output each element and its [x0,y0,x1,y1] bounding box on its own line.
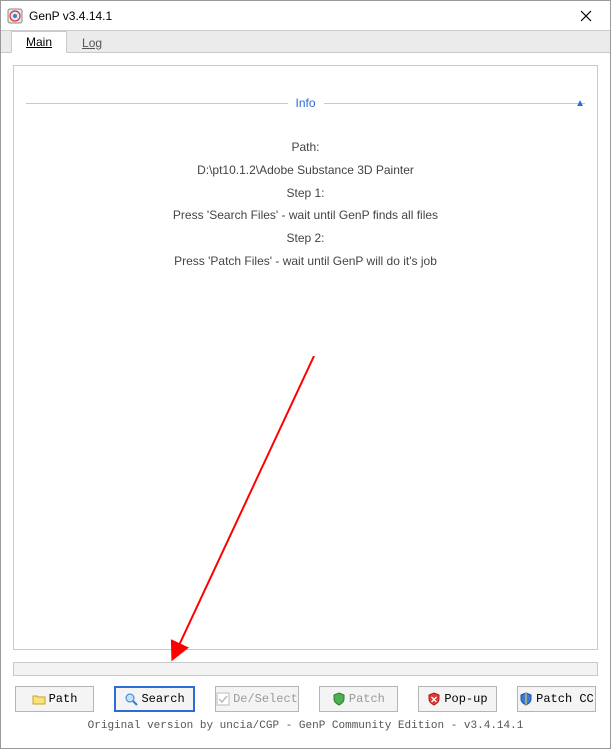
client-area: Info ▲ Path: D:\pt10.1.2\Adobe Substance… [1,53,610,748]
shield-red-icon [427,692,441,706]
deselect-button-label: De/Select [233,692,298,706]
close-icon [580,10,592,22]
step1-label: Step 1: [14,182,597,205]
titlebar: GenP v3.4.14.1 [1,1,610,31]
path-button-label: Path [49,692,78,706]
step1-text: Press 'Search Files' - wait until GenP f… [14,204,597,227]
info-body: Path: D:\pt10.1.2\Adobe Substance 3D Pai… [14,136,597,273]
tab-strip: Main Log [1,31,610,53]
patch-button-label: Patch [349,692,385,706]
path-label: Path: [14,136,597,159]
tab-log[interactable]: Log [67,32,117,53]
button-row: Path Search De/Select Patch [13,686,598,712]
path-button[interactable]: Path [15,686,94,712]
info-label: Info [288,96,324,110]
checkbox-icon [216,692,230,706]
footer-text: Original version by uncia/CGP - GenP Com… [13,712,598,736]
shield-blue-icon [519,692,533,706]
patchcc-button[interactable]: Patch CC [517,686,596,712]
main-panel: Info ▲ Path: D:\pt10.1.2\Adobe Substance… [13,65,598,650]
popup-button-label: Pop-up [444,692,487,706]
close-button[interactable] [566,2,606,30]
status-bar [13,662,598,676]
deselect-button[interactable]: De/Select [215,686,299,712]
tab-main[interactable]: Main [11,31,67,53]
popup-button[interactable]: Pop-up [418,686,497,712]
info-header[interactable]: Info ▲ [26,96,585,110]
magnifier-icon [124,692,138,706]
window-title: GenP v3.4.14.1 [29,9,566,23]
search-button-label: Search [141,692,184,706]
app-icon [7,8,23,24]
divider-left [26,103,288,104]
search-button[interactable]: Search [114,686,195,712]
folder-icon [32,692,46,706]
annotation-arrow [164,356,324,666]
patchcc-button-label: Patch CC [536,692,594,706]
chevron-up-icon: ▲ [575,98,585,109]
app-window: GenP v3.4.14.1 Main Log Info ▲ Path: D:\… [0,0,611,749]
path-value: D:\pt10.1.2\Adobe Substance 3D Painter [14,159,597,182]
step2-text: Press 'Patch Files' - wait until GenP wi… [14,250,597,273]
shield-green-icon [332,692,346,706]
patch-button[interactable]: Patch [319,686,398,712]
divider-right [324,103,586,104]
step2-label: Step 2: [14,227,597,250]
